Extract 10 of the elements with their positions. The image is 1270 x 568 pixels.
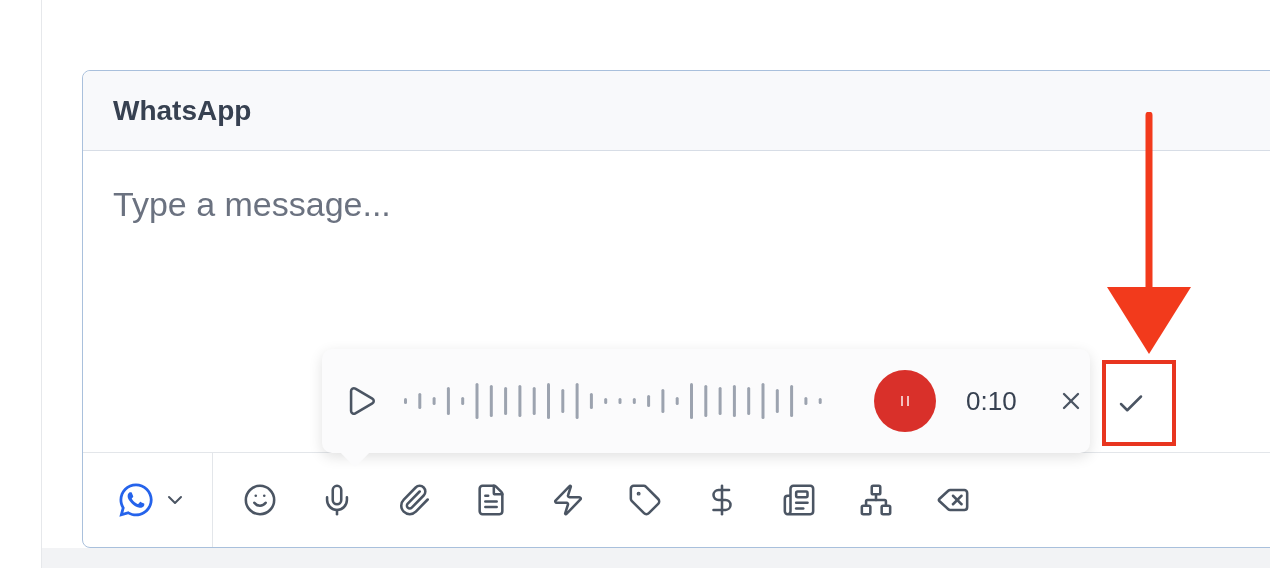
- message-field[interactable]: Type a message...: [113, 185, 1259, 265]
- elapsed-time: 0:10: [966, 385, 1017, 417]
- whatsapp-icon: [116, 481, 155, 519]
- channel-title: WhatsApp: [113, 94, 252, 127]
- paperclip-icon[interactable]: [397, 483, 431, 517]
- newspaper-icon[interactable]: [782, 483, 816, 517]
- branch-icon[interactable]: [859, 483, 893, 517]
- tag-icon[interactable]: [628, 483, 662, 517]
- lightning-icon[interactable]: [551, 483, 585, 517]
- smile-icon[interactable]: [243, 483, 277, 517]
